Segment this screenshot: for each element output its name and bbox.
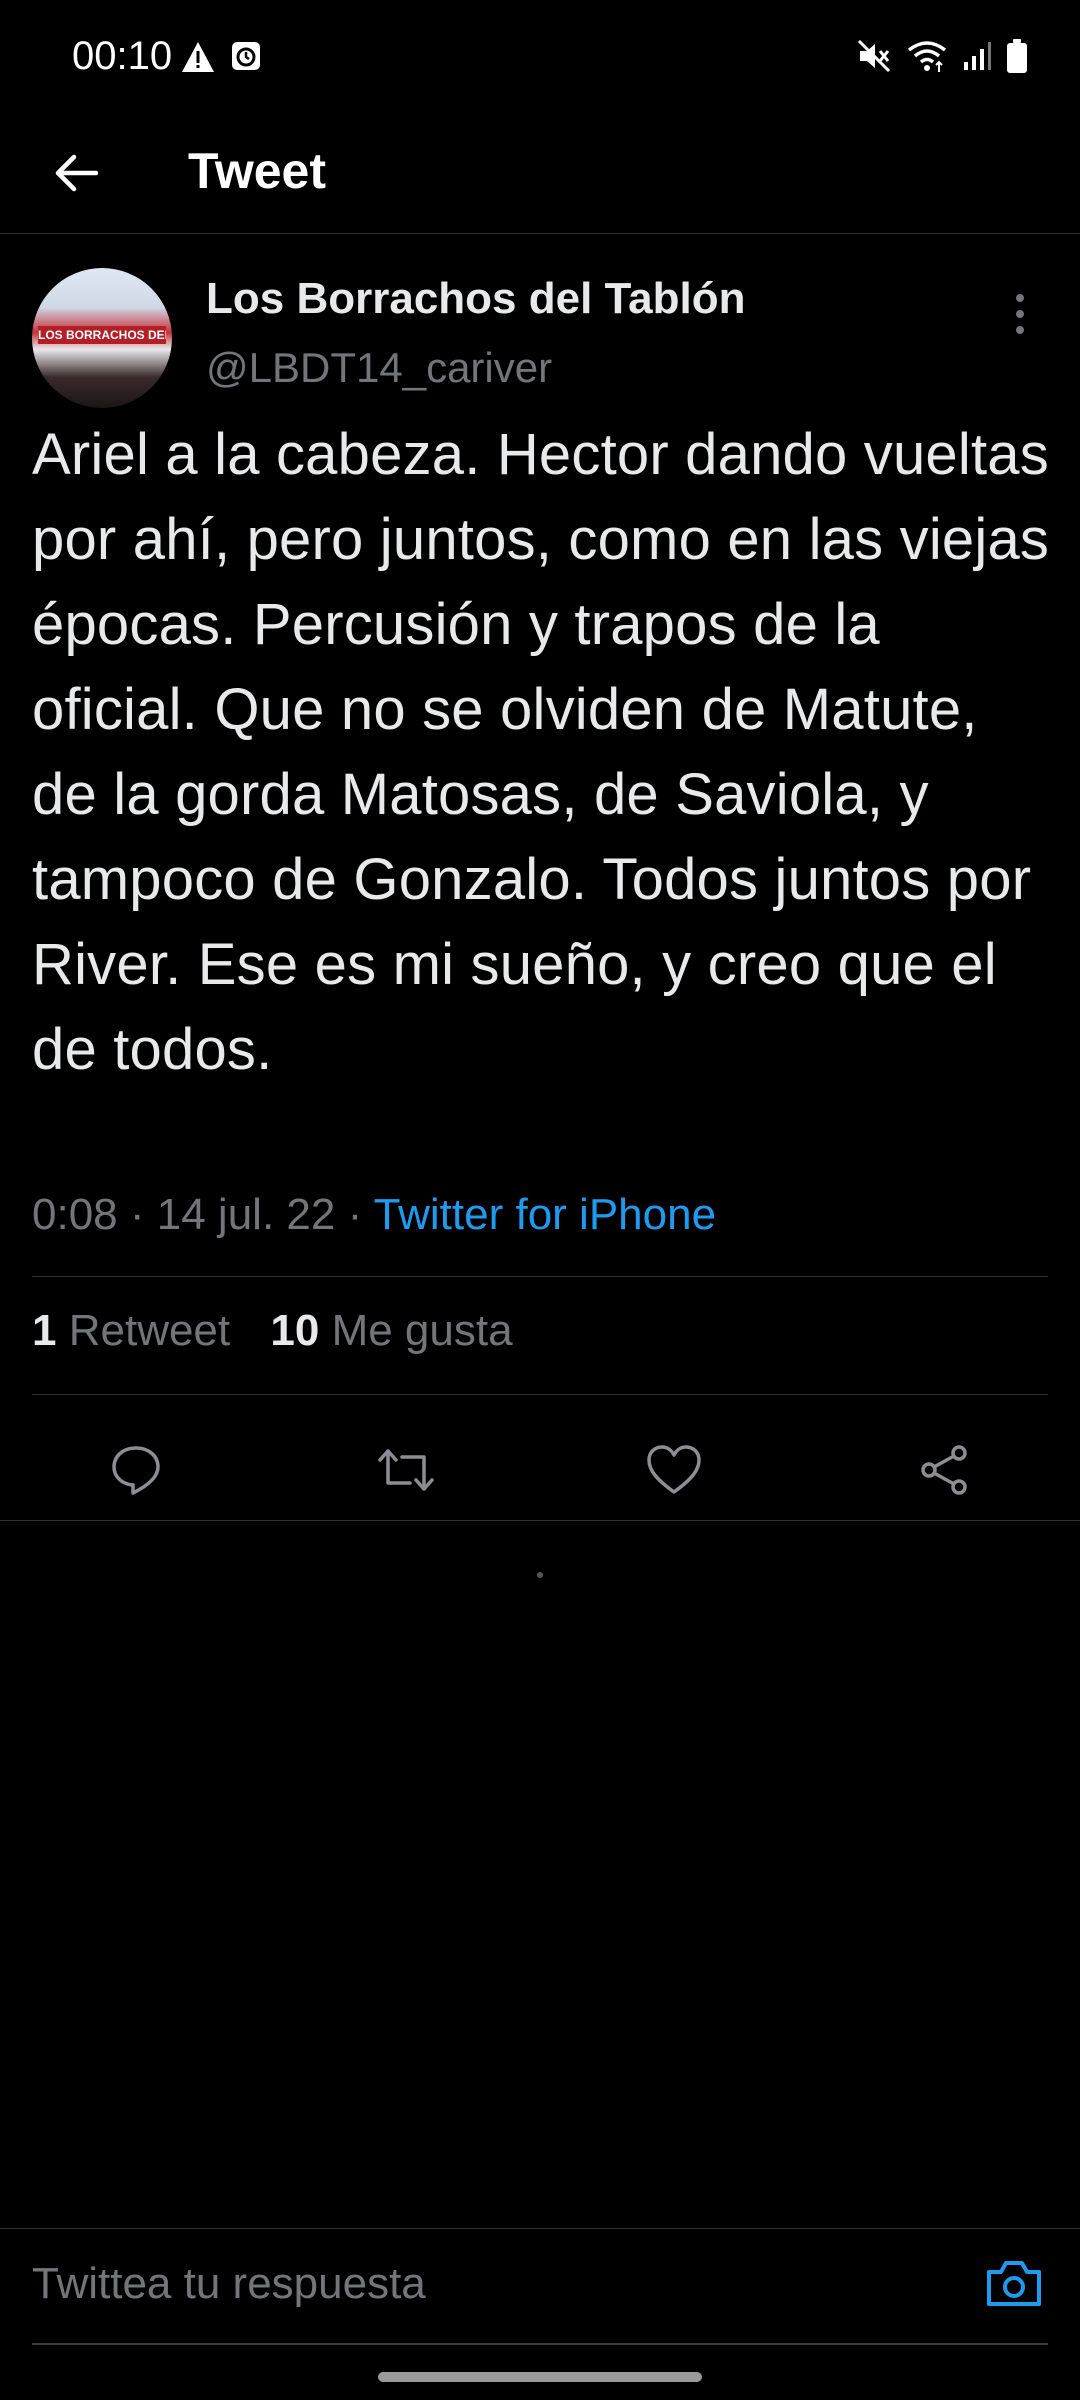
reply-underline — [32, 2343, 1048, 2345]
meta-separator: · — [347, 1190, 363, 1239]
reply-input[interactable] — [32, 2249, 972, 2319]
top-app-bar: Tweet — [0, 120, 1080, 234]
camera-icon — [985, 2258, 1043, 2308]
loading-indicator — [537, 1572, 543, 1578]
reply-composer — [0, 2228, 1080, 2346]
retweets-label: Retweet — [68, 1306, 231, 1355]
warning-icon — [180, 40, 216, 74]
share-button[interactable] — [904, 1430, 984, 1510]
mute-icon — [856, 38, 892, 74]
tweet-actions — [0, 1410, 1080, 1530]
retweet-icon — [376, 1443, 436, 1497]
tweet-time: 0:08 — [32, 1190, 118, 1239]
tweet-detail-screen: 00:10 Tweet LOS BORRACHOS DE Los Borrach… — [0, 0, 1080, 2400]
reply-button[interactable] — [96, 1430, 176, 1510]
avatar[interactable]: LOS BORRACHOS DEL TABLÓN — [32, 268, 172, 408]
author-handle[interactable]: @LBDT14_cariver — [206, 344, 552, 392]
likes-count: 10 — [270, 1306, 320, 1355]
retweets-stat[interactable]: 1 Retweet — [32, 1306, 230, 1356]
wifi-icon — [906, 38, 948, 74]
divider — [0, 1520, 1080, 1521]
more-options-button[interactable] — [996, 284, 1044, 344]
like-button[interactable] — [634, 1430, 714, 1510]
alarm-app-icon — [230, 40, 262, 74]
more-vertical-icon — [1016, 294, 1024, 302]
retweet-button[interactable] — [366, 1430, 446, 1510]
camera-button[interactable] — [982, 2251, 1046, 2315]
arrow-left-icon — [52, 153, 98, 193]
avatar-banner-text: LOS BORRACHOS DEL TABLÓN — [38, 326, 166, 344]
battery-icon — [1006, 38, 1028, 74]
heart-icon — [646, 1444, 702, 1496]
likes-stat[interactable]: 10 Me gusta — [270, 1306, 512, 1356]
home-indicator[interactable] — [378, 2372, 702, 2382]
divider — [32, 1394, 1048, 1395]
page-title: Tweet — [188, 143, 326, 199]
share-icon — [917, 1443, 971, 1497]
author-name[interactable]: Los Borrachos del Tablón — [206, 274, 745, 324]
tweet-timestamp: 0:08 · 14 jul. 22 · Twitter for iPhone — [32, 1190, 716, 1240]
divider — [32, 1276, 1048, 1277]
tweet-text: Ariel a la cabeza. Hector dando vueltas … — [32, 422, 1050, 1082]
tweet-source-link[interactable]: Twitter for iPhone — [374, 1190, 716, 1239]
status-time: 00:10 — [72, 34, 173, 78]
likes-label: Me gusta — [331, 1306, 513, 1355]
reply-icon — [109, 1443, 163, 1497]
back-button[interactable] — [40, 138, 110, 208]
retweets-count: 1 — [32, 1306, 57, 1355]
meta-separator: · — [129, 1190, 145, 1239]
tweet-date: 14 jul. 22 — [156, 1190, 336, 1239]
tweet-stats: 1 Retweet 10 Me gusta — [32, 1306, 541, 1356]
status-bar: 00:10 — [0, 0, 1080, 120]
signal-icon — [962, 40, 992, 72]
